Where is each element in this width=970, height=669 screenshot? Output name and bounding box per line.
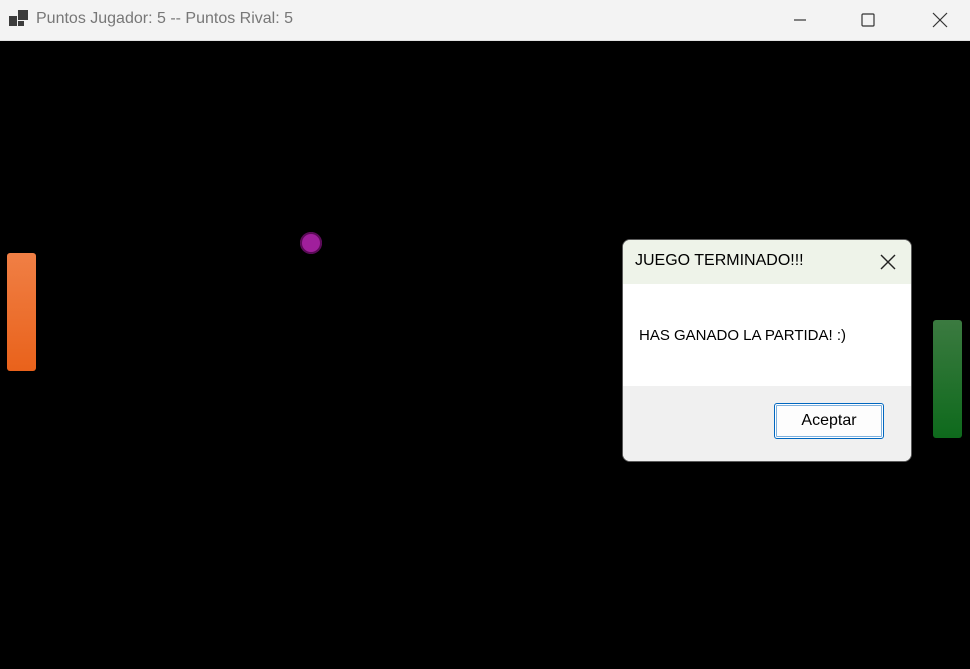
ok-button[interactable]: Aceptar (774, 403, 884, 439)
ball (300, 232, 322, 254)
rival-paddle (933, 320, 962, 438)
app-window: Puntos Jugador: 5 -- Puntos Rival: 5 JUE… (0, 0, 970, 669)
dialog-body: HAS GANADO LA PARTIDA! :) (623, 284, 911, 386)
maximize-icon (861, 13, 875, 27)
close-button[interactable] (910, 0, 970, 40)
app-window-icon (9, 10, 28, 26)
close-icon (880, 254, 896, 270)
dialog-footer: Aceptar (623, 386, 911, 461)
dialog-close-button[interactable] (873, 248, 903, 276)
game-over-dialog: JUEGO TERMINADO!!! HAS GANADO LA PARTIDA… (622, 239, 912, 462)
dialog-title: JUEGO TERMINADO!!! (635, 252, 804, 269)
dialog-header[interactable]: JUEGO TERMINADO!!! (623, 240, 911, 284)
maximize-button[interactable] (838, 0, 898, 40)
player-paddle (7, 253, 36, 371)
minimize-icon (794, 19, 806, 21)
close-icon (932, 12, 948, 28)
window-title: Puntos Jugador: 5 -- Puntos Rival: 5 (36, 10, 294, 27)
minimize-button[interactable] (770, 0, 830, 40)
title-bar[interactable]: Puntos Jugador: 5 -- Puntos Rival: 5 (0, 0, 970, 41)
dialog-message: HAS GANADO LA PARTIDA! :) (639, 327, 846, 344)
